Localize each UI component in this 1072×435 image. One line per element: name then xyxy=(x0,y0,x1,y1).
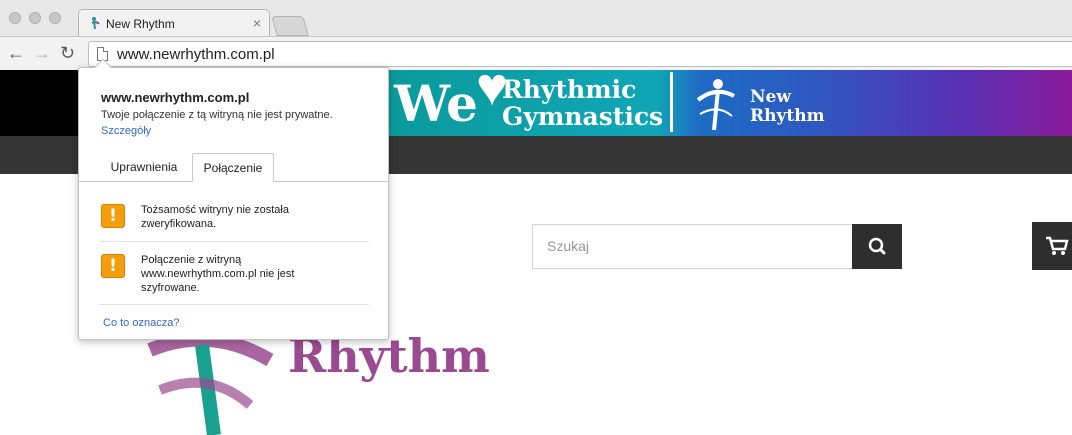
forward-icon[interactable]: → xyxy=(33,43,51,63)
banner-slogan: Rhythmic Gymnastics xyxy=(502,76,663,130)
logo-gymnast-icon xyxy=(147,332,274,435)
cart-icon xyxy=(1046,236,1069,255)
warning-identity: Tożsamość witryny nie została zweryfikow… xyxy=(141,203,371,231)
warning-encryption-line1: Połączenie z witryną xyxy=(141,254,242,266)
tab-close-icon[interactable]: × xyxy=(253,15,261,31)
search-button[interactable] xyxy=(852,224,902,269)
minimize-window-button[interactable] xyxy=(29,12,41,24)
warning-encryption: Połączenie z witryną www.newrhythm.com.p… xyxy=(141,253,371,295)
warning-icon: ! xyxy=(101,254,125,278)
warning-identity-line2: zweryfikowana. xyxy=(141,218,217,230)
popup-privacy-message: Twoje połączenie z tą witryną nie jest p… xyxy=(101,109,333,121)
browser-toolbar: ← → ↻ www.newrhythm.com.pl xyxy=(0,36,1072,70)
banner-slogan-line1: Rhythmic xyxy=(502,75,637,104)
warning-identity-line1: Tożsamość witryny nie została xyxy=(141,204,289,216)
tab-connection[interactable]: Połączenie xyxy=(192,153,274,182)
back-icon[interactable]: ← xyxy=(7,43,25,63)
popup-host: www.newrhythm.com.pl xyxy=(101,90,250,105)
new-tab-button[interactable] xyxy=(271,16,309,36)
url-text: www.newrhythm.com.pl xyxy=(117,46,275,63)
browser-chrome: New Rhythm × ← → ↻ www.newrhythm.com.pl xyxy=(0,0,1072,70)
popup-divider xyxy=(99,241,369,242)
search-input[interactable]: Szukaj xyxy=(532,224,854,269)
reload-icon[interactable]: ↻ xyxy=(60,43,75,63)
banner-brand: New Rhythm xyxy=(750,88,825,126)
favicon-icon xyxy=(91,17,100,30)
details-link[interactable]: Szczegóły xyxy=(101,125,151,137)
banner-divider xyxy=(670,72,673,132)
popup-divider xyxy=(99,304,369,305)
cart-button[interactable] xyxy=(1032,222,1072,270)
what-does-this-mean-link[interactable]: Co to oznacza? xyxy=(103,317,179,329)
zoom-window-button[interactable] xyxy=(49,12,61,24)
site-info-popup: www.newrhythm.com.pl Twoje połączenie z … xyxy=(78,58,389,340)
tab-title: New Rhythm xyxy=(106,17,175,31)
warning-encryption-line2: www.newrhythm.com.pl nie jest xyxy=(141,268,295,280)
warning-encryption-line3: szyfrowane. xyxy=(141,282,200,294)
warning-icon: ! xyxy=(101,204,125,228)
search-icon xyxy=(868,237,886,255)
gymnast-icon xyxy=(696,79,735,131)
address-bar[interactable]: www.newrhythm.com.pl xyxy=(88,41,1072,67)
banner-we: We xyxy=(394,74,478,133)
tab-permissions[interactable]: Uprawnienia xyxy=(101,153,187,182)
banner-art: We ♥ Rhythmic Gymnastics New Rhythm xyxy=(380,60,1072,136)
browser-tab[interactable]: New Rhythm × xyxy=(78,9,270,37)
banner-brand-line1: New xyxy=(750,87,791,107)
banner-slogan-line2: Gymnastics xyxy=(502,102,664,131)
close-window-button[interactable] xyxy=(9,12,21,24)
banner-brand-line2: Rhythm xyxy=(750,106,825,126)
